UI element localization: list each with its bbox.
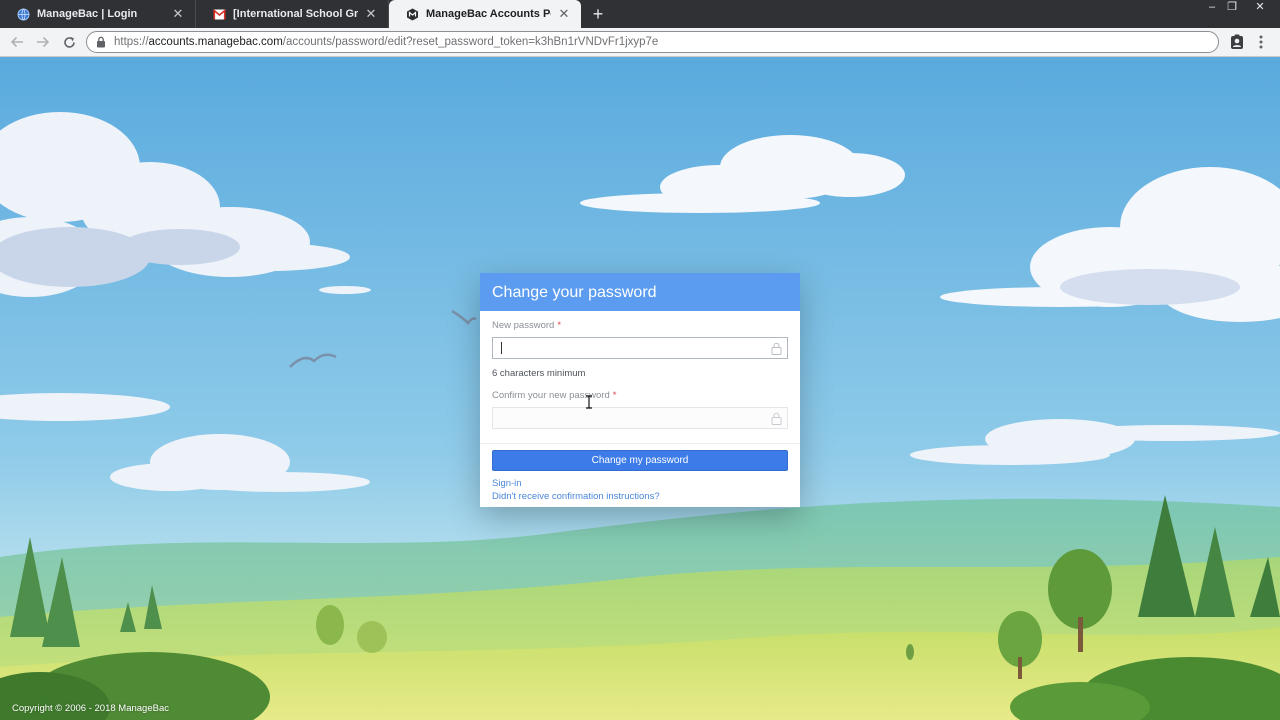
browser-toolbar: https://accounts.managebac.com/accounts/… [0,28,1280,57]
back-icon[interactable] [7,33,27,51]
text-caret [501,342,502,354]
tab-title: ManageBac | Login [37,8,138,20]
password-hint: 6 characters minimum [492,368,586,379]
url-host: accounts.managebac.com [148,36,283,48]
restore-icon[interactable]: ❐ [1222,0,1242,14]
copyright-text: Copyright © 2006 - 2018 ManageBac [12,703,169,714]
new-password-label: New password * [492,320,788,332]
address-bar[interactable]: https://accounts.managebac.com/accounts/… [86,31,1219,53]
confirm-password-input[interactable] [493,408,753,428]
change-password-button[interactable]: Change my password [492,450,788,471]
new-password-input[interactable] [493,338,753,358]
tab-gmail[interactable]: [International School Groninge ✕ [196,0,389,28]
window-close-icon[interactable]: ✕ [1250,0,1270,14]
lock-icon [771,342,782,355]
lock-icon [771,412,782,425]
url-scheme: https:// [114,36,149,48]
new-tab-button[interactable]: + [588,4,608,24]
page-content: Change your password New password * 6 cha… [0,57,1280,720]
managebac-icon [405,7,419,21]
globe-icon [16,7,30,21]
required-marker: * [612,390,617,401]
close-icon[interactable]: ✕ [171,6,185,22]
required-marker: * [557,320,562,331]
tab-managebac-login[interactable]: ManageBac | Login ✕ [0,0,196,28]
tab-title: ManageBac Accounts Portal [426,8,551,20]
gmail-icon [212,7,226,21]
new-password-label-text: New password [492,320,555,331]
confirm-password-label: Confirm your new password * [492,390,788,402]
divider [480,443,800,444]
close-icon[interactable]: ✕ [557,6,571,22]
tab-strip: ManageBac | Login ✕ [International Schoo… [0,0,1280,28]
text-cursor-icon [586,395,592,409]
sign-in-link[interactable]: Sign-in [492,477,788,490]
url-path: /accounts/password/edit?reset_password_t… [282,36,659,48]
confirm-password-field[interactable] [492,407,788,429]
tab-managebac-accounts[interactable]: ManageBac Accounts Portal ✕ [389,0,581,28]
minimize-icon[interactable]: – [1202,0,1222,14]
menu-dots-icon[interactable] [1257,34,1265,50]
lock-icon [97,36,105,48]
reload-icon[interactable] [59,33,79,51]
forward-icon[interactable] [33,33,53,51]
tab-title: [International School Groninge [233,8,358,20]
confirmation-instructions-link[interactable]: Didn't receive confirmation instructions… [492,490,788,503]
extension-icon[interactable] [1230,34,1244,50]
change-password-card: Change your password New password * 6 cha… [480,273,800,507]
new-password-field[interactable] [492,337,788,359]
card-title: Change your password [480,273,800,311]
close-icon[interactable]: ✕ [364,6,378,22]
